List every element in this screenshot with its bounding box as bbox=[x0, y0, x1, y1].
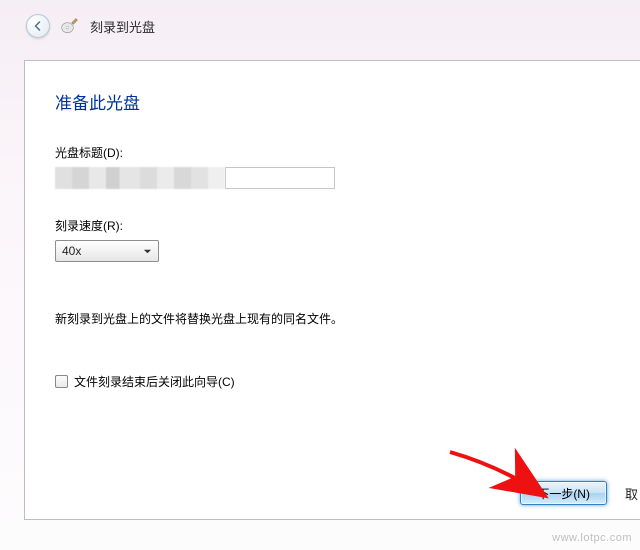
wizard-panel: 准备此光盘 光盘标题(D): 刻录速度(R): 40x 新刻录到光盘上的文件将替… bbox=[24, 60, 640, 520]
burn-speed-label: 刻录速度(R): bbox=[55, 217, 610, 234]
redacted-region bbox=[55, 167, 225, 189]
button-row: 下一步(N) 取 bbox=[520, 481, 640, 505]
cancel-button[interactable]: 取 bbox=[625, 484, 640, 503]
close-wizard-label: 文件刻录结束后关闭此向导(C) bbox=[74, 373, 235, 390]
replace-note: 新刻录到光盘上的文件将替换光盘上现有的同名文件。 bbox=[55, 310, 610, 327]
disc-title-label: 光盘标题(D): bbox=[55, 144, 610, 161]
arrow-left-icon bbox=[32, 20, 44, 32]
window-title: 刻录到光盘 bbox=[90, 17, 155, 36]
close-wizard-checkbox[interactable]: 文件刻录结束后关闭此向导(C) bbox=[55, 373, 610, 390]
checkbox-box[interactable] bbox=[55, 375, 68, 388]
burn-speed-select[interactable]: 40x bbox=[55, 240, 159, 262]
burn-speed-value: 40x bbox=[62, 244, 81, 258]
window-header: 刻录到光盘 bbox=[0, 0, 640, 52]
chevron-down-icon bbox=[140, 244, 154, 258]
back-button[interactable] bbox=[26, 14, 50, 38]
burn-speed-block: 刻录速度(R): 40x bbox=[55, 217, 610, 262]
disc-title-input[interactable] bbox=[225, 167, 335, 189]
next-button[interactable]: 下一步(N) bbox=[520, 481, 607, 505]
disc-title-block: 光盘标题(D): bbox=[55, 144, 610, 189]
watermark: www.lotpc.com bbox=[552, 532, 632, 544]
page-title: 准备此光盘 bbox=[55, 89, 610, 114]
disc-burn-icon bbox=[60, 17, 80, 35]
